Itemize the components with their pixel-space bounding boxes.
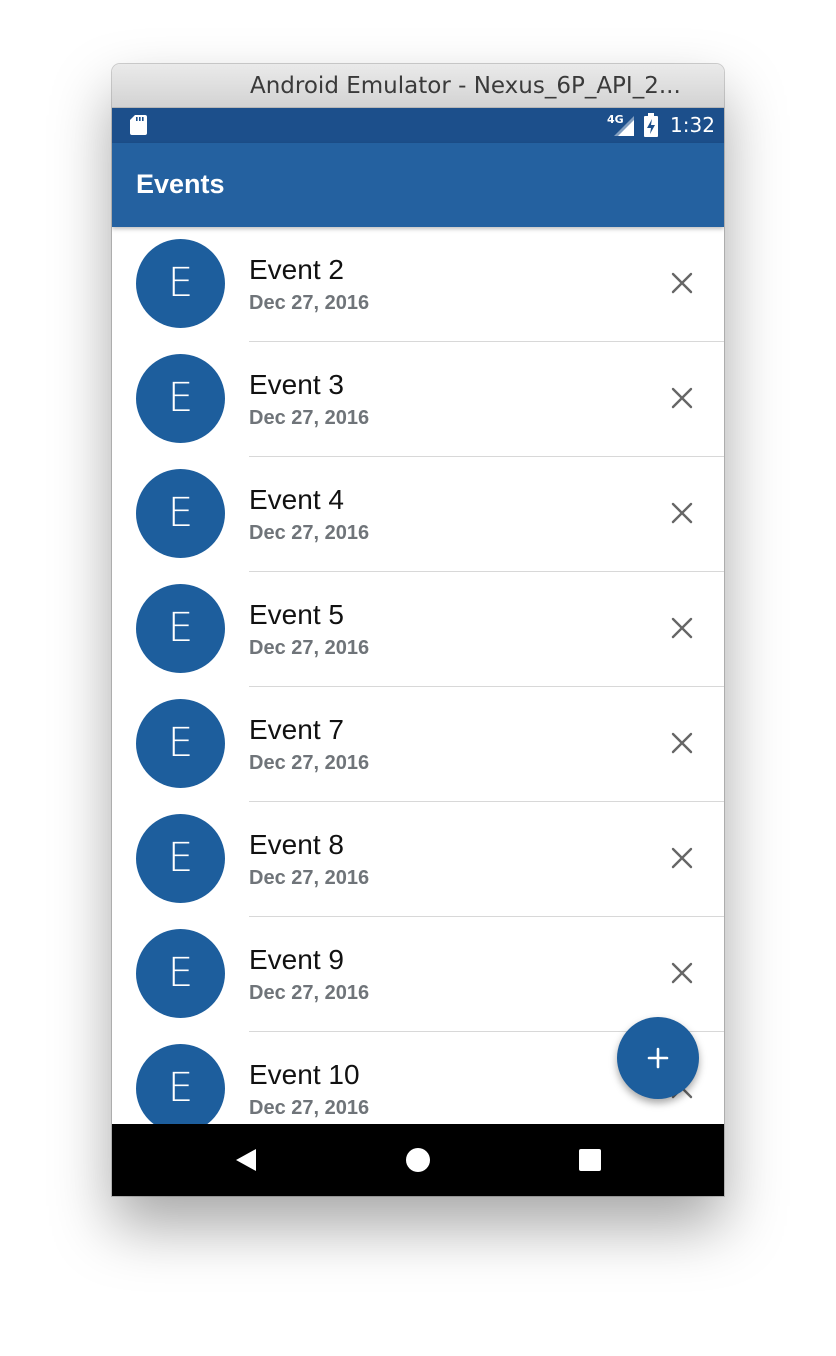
event-avatar: E (136, 929, 225, 1018)
window-title: Android Emulator - Nexus_6P_API_2... (250, 73, 681, 99)
event-title: Event 10 (249, 1059, 360, 1090)
event-avatar: E (136, 584, 225, 673)
emulator-window: Android Emulator - Nexus_6P_API_2... 4G … (112, 64, 724, 1196)
event-row[interactable]: E Event 5 Dec 27, 2016 (112, 572, 724, 687)
close-icon (671, 732, 693, 754)
add-event-button[interactable] (617, 1017, 699, 1099)
home-icon (406, 1148, 430, 1172)
event-date: Dec 27, 2016 (249, 407, 370, 429)
delete-event-button[interactable] (664, 265, 700, 301)
delete-event-button[interactable] (664, 610, 700, 646)
event-date: Dec 27, 2016 (249, 637, 370, 659)
navigation-bar (112, 1124, 724, 1196)
event-date: Dec 27, 2016 (249, 522, 370, 544)
close-icon (671, 847, 693, 869)
event-title: Event 5 (249, 599, 344, 630)
event-row[interactable]: E Event 2 Dec 27, 2016 (112, 227, 724, 342)
page-title: Events (136, 169, 225, 199)
close-icon (671, 387, 693, 409)
close-icon (671, 272, 693, 294)
event-date: Dec 27, 2016 (249, 752, 370, 774)
status-bar: 4G 1:32 (112, 108, 724, 143)
sd-card-icon (130, 115, 147, 135)
app-bar: Events (112, 143, 724, 227)
signal-icon (614, 116, 634, 136)
event-avatar: E (136, 354, 225, 443)
home-button[interactable] (400, 1142, 436, 1178)
event-row[interactable]: E Event 3 Dec 27, 2016 (112, 342, 724, 457)
delete-event-button[interactable] (664, 380, 700, 416)
battery-charging-icon (644, 113, 658, 137)
plus-icon (647, 1047, 669, 1069)
event-title: Event 8 (249, 829, 344, 860)
event-row[interactable]: E Event 9 Dec 27, 2016 (112, 917, 724, 1032)
event-title: Event 7 (249, 714, 344, 745)
event-avatar: E (136, 1044, 225, 1124)
close-icon (671, 962, 693, 984)
event-row[interactable]: E Event 4 Dec 27, 2016 (112, 457, 724, 572)
event-avatar: E (136, 469, 225, 558)
event-date: Dec 27, 2016 (249, 867, 370, 889)
event-avatar: E (136, 814, 225, 903)
back-button[interactable] (228, 1142, 264, 1178)
event-date: Dec 27, 2016 (249, 292, 370, 314)
close-icon (671, 617, 693, 639)
event-title: Event 3 (249, 369, 344, 400)
delete-event-button[interactable] (664, 955, 700, 991)
event-avatar: E (136, 699, 225, 788)
event-title: Event 2 (249, 254, 344, 285)
close-icon (671, 502, 693, 524)
window-titlebar[interactable]: Android Emulator - Nexus_6P_API_2... (112, 64, 724, 108)
event-row[interactable]: E Event 8 Dec 27, 2016 (112, 802, 724, 917)
event-title: Event 9 (249, 944, 344, 975)
recents-button[interactable] (572, 1142, 608, 1178)
event-date: Dec 27, 2016 (249, 1097, 370, 1119)
event-avatar: E (136, 239, 225, 328)
event-title: Event 4 (249, 484, 344, 515)
event-date: Dec 27, 2016 (249, 982, 370, 1004)
events-list[interactable]: E Event 2 Dec 27, 2016 E Event 3 Dec 27,… (112, 227, 724, 1124)
status-clock: 1:32 (670, 113, 715, 137)
delete-event-button[interactable] (664, 840, 700, 876)
event-row[interactable]: E Event 7 Dec 27, 2016 (112, 687, 724, 802)
back-icon (236, 1149, 256, 1171)
recents-icon (579, 1149, 601, 1171)
delete-event-button[interactable] (664, 495, 700, 531)
delete-event-button[interactable] (664, 725, 700, 761)
